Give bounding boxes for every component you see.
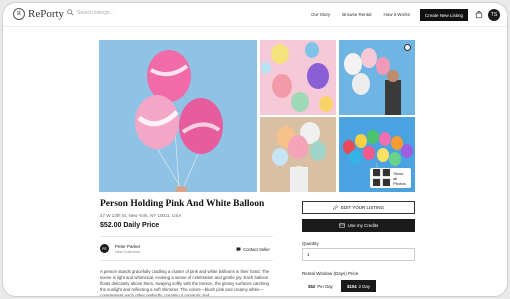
nav-link-how-it-works[interactable]: How it Works <box>384 12 410 17</box>
credit-card-icon <box>338 223 345 228</box>
edit-listing-button[interactable]: EDIT YOUR LISTING <box>302 201 415 214</box>
quantity-input[interactable]: 1 <box>302 248 415 261</box>
top-navbar: R RePorty Search listings... Our Story B… <box>3 3 507 27</box>
browser-frame: R RePorty Search listings... Our Story B… <box>2 2 508 297</box>
search-placeholder: Search listings... <box>77 9 114 16</box>
rental-option-unit: Per Day <box>317 283 333 289</box>
nav-links: Our Story Browse Rental How it Works Sel… <box>311 12 429 17</box>
owner-tag: New Customer <box>115 250 141 254</box>
quantity-label: Quantity <box>302 241 319 246</box>
rental-option-price: $104 <box>347 283 357 289</box>
grid-icon <box>373 169 391 187</box>
photo-gallery: Show all Photos <box>99 40 415 192</box>
listing-description: A person stands gracefully cradling a cl… <box>100 269 270 297</box>
nav-link-browse-rental[interactable]: Browse Rental <box>342 12 371 17</box>
rental-option-2-day[interactable]: $104 2 Day <box>341 280 376 292</box>
logo-text: RePorty <box>28 8 65 20</box>
show-all-label: Show all Photos <box>393 170 406 186</box>
divider <box>100 260 273 261</box>
photo-5[interactable]: Show all Photos <box>339 117 415 192</box>
message-icon <box>236 247 241 252</box>
rental-option-1-day[interactable]: $52 Per Day <box>302 280 339 292</box>
edit-listing-label: EDIT YOUR LISTING <box>340 205 385 210</box>
cart-icon[interactable] <box>475 11 483 19</box>
main-photo[interactable] <box>99 40 257 192</box>
photo-4[interactable] <box>260 117 336 192</box>
owner-name: Peter Parker <box>115 244 141 249</box>
contact-seller-link[interactable]: Contact Seller <box>236 247 270 252</box>
listing-address: 47 W 13th St, New York, NY 10011, USA <box>100 213 182 218</box>
rental-window-label: Rental Window (Days) Price <box>302 271 359 276</box>
listing-price: $52.00 Daily Price <box>100 222 160 229</box>
favorite-icon[interactable] <box>404 44 411 51</box>
edit-icon <box>333 205 338 210</box>
photo-3[interactable] <box>339 40 415 115</box>
owner-avatar[interactable]: PE <box>100 244 109 253</box>
logo-mark-icon: R <box>13 8 25 20</box>
search-icon <box>67 9 74 16</box>
search-input[interactable]: Search listings... <box>67 9 114 16</box>
contact-seller-label: Contact Seller <box>243 247 270 252</box>
listing-title: Person Holding Pink And White Balloon <box>100 199 265 209</box>
divider <box>100 236 273 237</box>
show-all-photos-button[interactable]: Show all Photos <box>370 168 411 188</box>
use-credits-button[interactable]: Use my Credits <box>302 219 415 232</box>
rental-option-price: $52 <box>308 283 316 289</box>
create-listing-button[interactable]: Create New Listing <box>420 9 469 21</box>
rental-option-unit: 2 Day <box>358 283 370 289</box>
nav-link-our-story[interactable]: Our Story <box>311 12 330 17</box>
use-credits-label: Use my Credits <box>347 223 379 228</box>
logo[interactable]: R RePorty <box>13 8 64 20</box>
user-avatar[interactable]: TS <box>488 9 500 21</box>
photo-2[interactable] <box>260 40 336 115</box>
